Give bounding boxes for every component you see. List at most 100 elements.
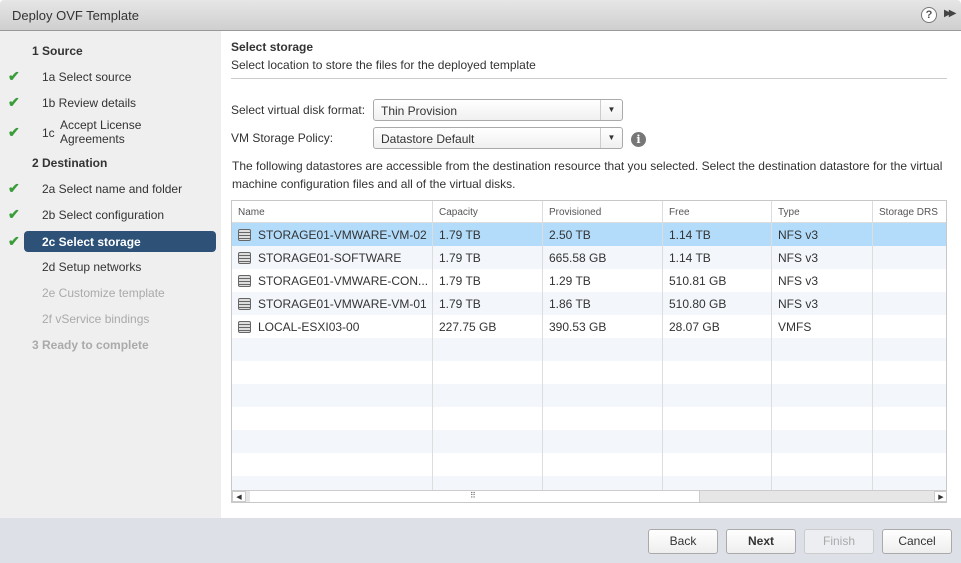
cell-text: 1.14 TB — [669, 251, 711, 265]
datastore-icon — [238, 298, 251, 310]
storage-policy-label: VM Storage Policy: — [231, 131, 334, 145]
disk-format-select[interactable]: Thin Provision ▼ — [373, 99, 623, 121]
empty-row — [232, 338, 946, 361]
table-cell: NFS v3 — [772, 269, 873, 292]
table-cell — [232, 338, 433, 361]
table-cell — [873, 453, 946, 476]
table-cell: 390.53 GB — [543, 315, 663, 338]
step-vservice-bindings: 2f vService bindings — [42, 312, 150, 326]
table-cell — [543, 430, 663, 453]
step-setup-networks[interactable]: 2d Setup networks — [0, 256, 221, 278]
back-button[interactable]: Back — [648, 529, 718, 554]
table-cell — [433, 453, 543, 476]
storage-policy-select[interactable]: Datastore Default ▼ — [373, 127, 623, 149]
table-cell: VMFS — [772, 315, 873, 338]
table-cell — [433, 430, 543, 453]
cell-text: STORAGE01-VMWARE-VM-01 — [258, 297, 427, 311]
empty-row — [232, 384, 946, 407]
col-provisioned[interactable]: Provisioned — [543, 201, 663, 222]
table-cell: 1.79 TB — [433, 223, 543, 246]
table-cell — [772, 407, 873, 430]
cell-text: 510.81 GB — [669, 274, 727, 288]
cell-text: NFS v3 — [778, 274, 819, 288]
cell-text: STORAGE01-VMWARE-VM-02 — [258, 228, 427, 242]
fast-forward-icon[interactable]: ▶▶ — [944, 8, 957, 19]
empty-row — [232, 407, 946, 430]
step-accept-license[interactable]: ✔ 1c Accept License Agreements — [0, 118, 221, 146]
datastore-icon — [238, 229, 251, 241]
col-type[interactable]: Type — [772, 201, 873, 222]
table-cell: 510.80 GB — [663, 292, 772, 315]
table-row[interactable]: STORAGE01-SOFTWARE 1.79 TB 665.58 GB 1.14 T… — [232, 246, 946, 269]
content-panel: Select storage Select location to store … — [221, 31, 961, 518]
table-cell — [873, 338, 946, 361]
table-cell — [873, 407, 946, 430]
cell-text: 1.79 TB — [439, 274, 481, 288]
datastore-icon — [238, 321, 251, 333]
table-cell: LOCAL-ESXI03-00 — [232, 315, 433, 338]
empty-row — [232, 430, 946, 453]
disk-format-label: Select virtual disk format: — [231, 103, 366, 117]
table-row[interactable]: LOCAL-ESXI03-00 227.75 GB 390.53 GB 28.07 G… — [232, 315, 946, 338]
table-cell: NFS v3 — [772, 223, 873, 246]
horizontal-scrollbar[interactable]: ◀ ⠿ ▶ — [232, 490, 946, 502]
page-title: Select storage — [231, 40, 314, 54]
cell-text: 1.86 TB — [549, 297, 591, 311]
table-cell — [873, 361, 946, 384]
divider — [231, 78, 947, 79]
cell-text: 227.75 GB — [439, 320, 497, 334]
table-cell — [772, 384, 873, 407]
table-cell: 227.75 GB — [433, 315, 543, 338]
table-cell — [232, 361, 433, 384]
next-button[interactable]: Next — [726, 529, 796, 554]
empty-row — [232, 453, 946, 476]
col-capacity[interactable]: Capacity — [433, 201, 543, 222]
step-select-source[interactable]: ✔ 1a Select source — [0, 66, 221, 88]
cell-text: 390.53 GB — [549, 320, 607, 334]
table-cell: 2.50 TB — [543, 223, 663, 246]
step-select-name-folder[interactable]: ✔ 2a Select name and folder — [0, 178, 221, 200]
table-cell — [543, 407, 663, 430]
col-free[interactable]: Free — [663, 201, 772, 222]
step-review-details[interactable]: ✔ 1b Review details — [0, 92, 221, 114]
cell-text: 665.58 GB — [549, 251, 607, 265]
col-storage-drs[interactable]: Storage DRS — [873, 201, 946, 222]
table-cell: 1.79 TB — [433, 292, 543, 315]
table-row[interactable]: STORAGE01-VMWARE-VM-01 1.79 TB 1.86 TB 510.… — [232, 292, 946, 315]
col-name[interactable]: Name — [232, 201, 433, 222]
page-subtitle: Select location to store the files for t… — [231, 58, 536, 72]
table-cell — [772, 453, 873, 476]
info-icon[interactable]: i — [631, 132, 646, 147]
table-cell — [433, 338, 543, 361]
table-cell — [663, 361, 772, 384]
title-bar: Deploy OVF Template ? ▶▶ — [0, 0, 961, 31]
table-header: Name Capacity Provisioned Free Type Stor… — [232, 201, 946, 223]
step-select-storage[interactable]: ✔ 2c Select storage — [0, 231, 221, 253]
scroll-right-icon[interactable]: ▶ — [934, 491, 946, 502]
finish-button: Finish — [804, 529, 874, 554]
table-row[interactable]: STORAGE01-VMWARE-VM-02 1.79 TB 2.50 TB 1.14… — [232, 223, 946, 246]
chevron-down-icon: ▼ — [600, 128, 622, 148]
cell-text: NFS v3 — [778, 297, 819, 311]
scroll-left-icon[interactable]: ◀ — [232, 491, 246, 502]
table-cell — [873, 292, 946, 315]
cell-text: VMFS — [778, 320, 812, 334]
table-cell — [873, 269, 946, 292]
step-source: 1 Source — [32, 44, 83, 58]
chevron-down-icon: ▼ — [600, 100, 622, 120]
wizard-steps: 1 Source ✔ 1a Select source ✔ 1b Review de… — [0, 31, 221, 518]
check-icon: ✔ — [8, 180, 20, 196]
cell-text: 510.80 GB — [669, 297, 727, 311]
table-cell — [873, 246, 946, 269]
cell-text: 1.79 TB — [439, 251, 481, 265]
step-ready-to-complete: 3 Ready to complete — [32, 338, 149, 352]
window-title: Deploy OVF Template — [12, 8, 139, 23]
help-icon[interactable]: ? — [921, 7, 937, 23]
step-select-configuration[interactable]: ✔ 2b Select configuration — [0, 204, 221, 226]
cancel-button[interactable]: Cancel — [882, 529, 952, 554]
check-icon: ✔ — [8, 233, 20, 249]
cell-text: 28.07 GB — [669, 320, 720, 334]
table-cell: NFS v3 — [772, 246, 873, 269]
table-cell — [873, 430, 946, 453]
table-row[interactable]: STORAGE01-VMWARE-CON... 1.79 TB 1.29 TB 510… — [232, 269, 946, 292]
